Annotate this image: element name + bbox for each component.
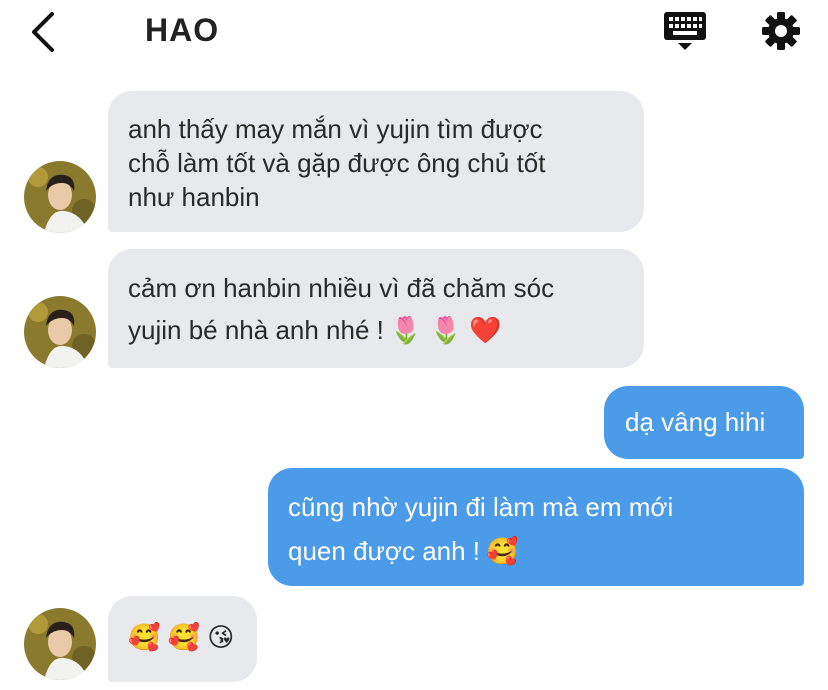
- message-emoji: 🥰 🥰 😘: [128, 622, 235, 652]
- message-line: dạ vâng hihi: [625, 407, 766, 437]
- message-bubble-incoming[interactable]: anh thấy may mắn vì yujin tìm được chỗ l…: [108, 91, 644, 232]
- avatar[interactable]: [24, 296, 96, 368]
- message-line: cũng nhờ yujin đi làm mà em mới: [288, 492, 674, 522]
- message-line: chỗ làm tốt và gặp được ông chủ tốt: [128, 148, 546, 178]
- chevron-left-icon: [32, 12, 54, 52]
- gear-icon: [762, 12, 800, 50]
- avatar-photo: [24, 161, 96, 233]
- message-line: anh thấy may mắn vì yujin tìm được: [128, 114, 543, 144]
- back-button[interactable]: [24, 8, 64, 56]
- message-bubble-outgoing[interactable]: cũng nhờ yujin đi làm mà em mới quen đượ…: [268, 468, 804, 586]
- avatar-photo: [24, 608, 96, 680]
- keyboard-toggle-button[interactable]: [660, 10, 710, 54]
- message-line: yujin bé nhà anh nhé !: [128, 315, 384, 345]
- message-bubble-incoming[interactable]: cảm ơn hanbin nhiều vì đã chăm sóc yujin…: [108, 249, 644, 368]
- chat-screen: HAO anh thấy may mắn vì yujin tìm được c…: [0, 0, 828, 690]
- avatar-photo: [24, 296, 96, 368]
- avatar[interactable]: [24, 608, 96, 680]
- message-bubble-outgoing[interactable]: dạ vâng hihi: [604, 386, 804, 459]
- message-emoji: 🥰: [486, 536, 519, 566]
- message-line: như hanbin: [128, 182, 260, 212]
- keyboard-icon: [664, 12, 706, 50]
- settings-button[interactable]: [758, 8, 804, 54]
- chat-title: HAO: [145, 12, 220, 48]
- avatar[interactable]: [24, 161, 96, 233]
- message-line: cảm ơn hanbin nhiều vì đã chăm sóc: [128, 273, 555, 303]
- message-emoji: 🌷 🌷 ❤️: [389, 315, 502, 345]
- message-bubble-incoming[interactable]: 🥰 🥰 😘: [108, 596, 257, 682]
- message-line: quen được anh !: [288, 536, 481, 566]
